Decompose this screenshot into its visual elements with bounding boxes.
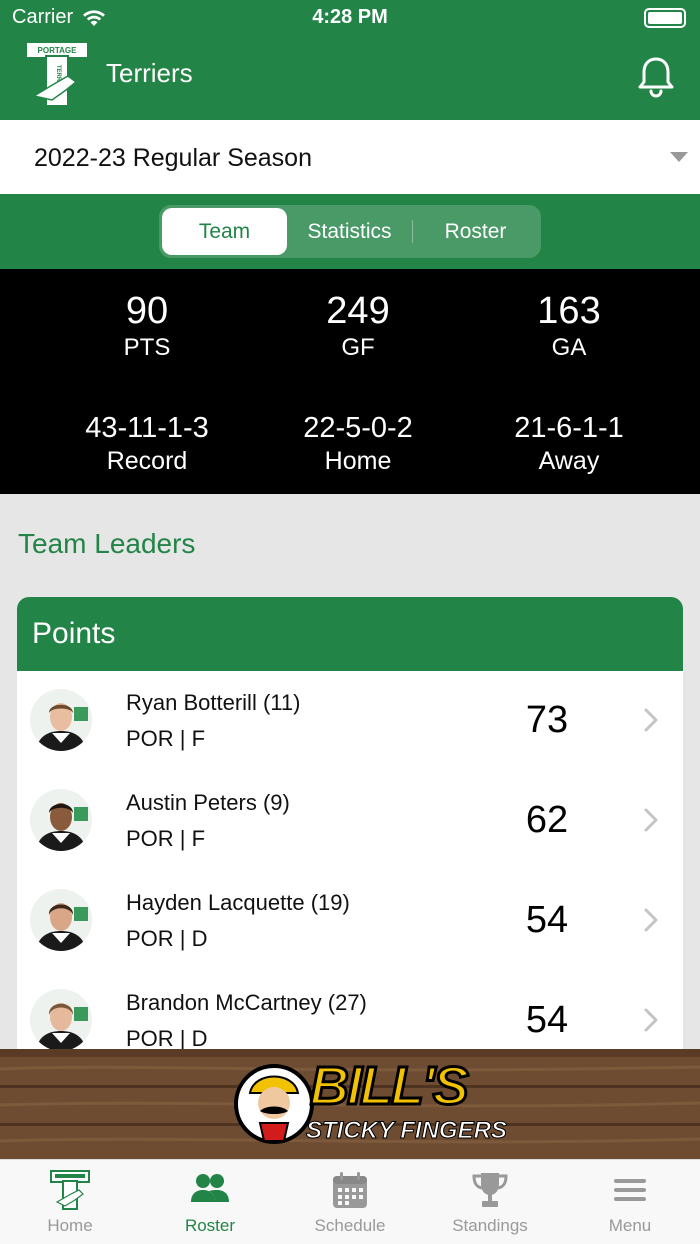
stat-gf-label: GF [341,334,375,361]
sponsor-ad-banner[interactable]: BILL'S STICKY FINGERS [0,1049,700,1159]
leader-row[interactable]: Brandon McCartney (27) POR | D 54 [17,971,683,1057]
tabs-container: Team Statistics Roster [0,194,700,269]
logo-text-top: PORTAGE [38,46,78,55]
chevron-right-icon [644,808,658,832]
team-logo: PORTAGE TERRIERS [25,41,89,107]
tab-label: Menu [608,1216,652,1235]
card-title-points: Points [17,597,683,671]
stat-pts-label: PTS [123,334,171,361]
tab-roster-nav[interactable]: Roster [140,1160,280,1244]
season-dropdown[interactable]: 2022-23 Regular Season [0,120,700,194]
player-name: Ryan Botterill (11) [126,690,301,715]
player-meta: POR | F [126,726,206,751]
player-meta: POR | D [126,926,208,951]
people-icon [191,1174,229,1202]
notification-bell-icon[interactable] [636,56,676,98]
tab-standings[interactable]: Standings [420,1160,560,1244]
stat-gf: 249 GF [253,289,463,363]
player-avatar [30,989,92,1051]
player-name: Hayden Lacquette (19) [126,890,350,915]
hamburger-icon [614,1179,646,1201]
stat-home-label: Home [324,447,392,475]
chevron-right-icon [644,1008,658,1032]
stat-gf-value: 249 [326,290,390,332]
player-points: 54 [525,899,569,941]
player-avatar [30,689,92,751]
tab-label: Roster [184,1216,236,1235]
stat-record: 43-11-1-3 Record [42,411,252,477]
player-points: 73 [525,699,569,741]
player-avatar [30,889,92,951]
status-time: 4:28 PM [312,6,388,28]
stat-pts: 90 PTS [42,289,252,363]
stat-away: 21-6-1-1 Away [464,411,674,477]
trophy-icon [472,1173,508,1207]
tab-schedule[interactable]: Schedule [280,1160,420,1244]
tab-label: Schedule [314,1216,386,1235]
tab-label: Home [47,1216,93,1235]
chevron-right-icon [644,708,658,732]
stat-pts-value: 90 [125,290,169,332]
tab-home[interactable]: Home [0,1160,140,1244]
stat-ga-label: GA [551,334,587,361]
player-name: Austin Peters (9) [126,790,290,815]
battery-icon [644,8,686,28]
sponsor-name: BILL'S [309,1055,471,1118]
sponsor-tagline: STICKY FINGERS [306,1117,508,1145]
status-bar: Carrier 4:28 PM [0,0,700,36]
section-title-team-leaders: Team Leaders [18,528,196,559]
player-name: Brandon McCartney (27) [126,990,367,1015]
leader-row[interactable]: Ryan Botterill (11) POR | F 73 [17,671,683,771]
tab-label: Standings [452,1216,528,1235]
season-label: 2022-23 Regular Season [34,144,312,172]
stat-home-value: 22-5-0-2 [303,412,413,444]
tab-team[interactable]: Team [162,208,287,255]
player-avatar [30,789,92,851]
player-meta: POR | F [126,826,206,851]
leader-row[interactable]: Hayden Lacquette (19) POR | D 54 [17,871,683,971]
player-points: 54 [525,999,569,1041]
tab-statistics[interactable]: Statistics [287,208,412,255]
segmented-control: Team Statistics Roster [159,205,541,258]
page-title: Terriers [106,58,193,88]
tab-menu[interactable]: Menu [560,1160,700,1244]
stat-record-label: Record [106,447,188,475]
player-points: 62 [525,799,569,841]
stat-home: 22-5-0-2 Home [253,411,463,477]
stat-ga: 163 GA [464,289,674,363]
header-bar: PORTAGE TERRIERS Terriers [0,36,700,120]
points-leaders-card: Points Ryan Botterill (11) POR | F 73 Au… [17,597,683,1057]
stat-record-value: 43-11-1-3 [85,412,209,444]
stat-away-value: 21-6-1-1 [514,412,624,444]
team-stats-panel: 90 PTS 249 GF 163 GA 43-11-1-3 Record 22… [0,269,700,494]
chevron-right-icon [644,908,658,932]
tab-roster[interactable]: Roster [413,208,538,255]
stat-ga-value: 163 [537,290,601,332]
chevron-down-icon [670,152,688,162]
bottom-tab-bar: Home Roster Schedule Standings Menu [0,1159,700,1244]
stat-away-label: Away [538,447,600,475]
team-logo-icon [50,1170,90,1210]
leader-row[interactable]: Austin Peters (9) POR | F 62 [17,771,683,871]
calendar-icon [333,1172,367,1208]
